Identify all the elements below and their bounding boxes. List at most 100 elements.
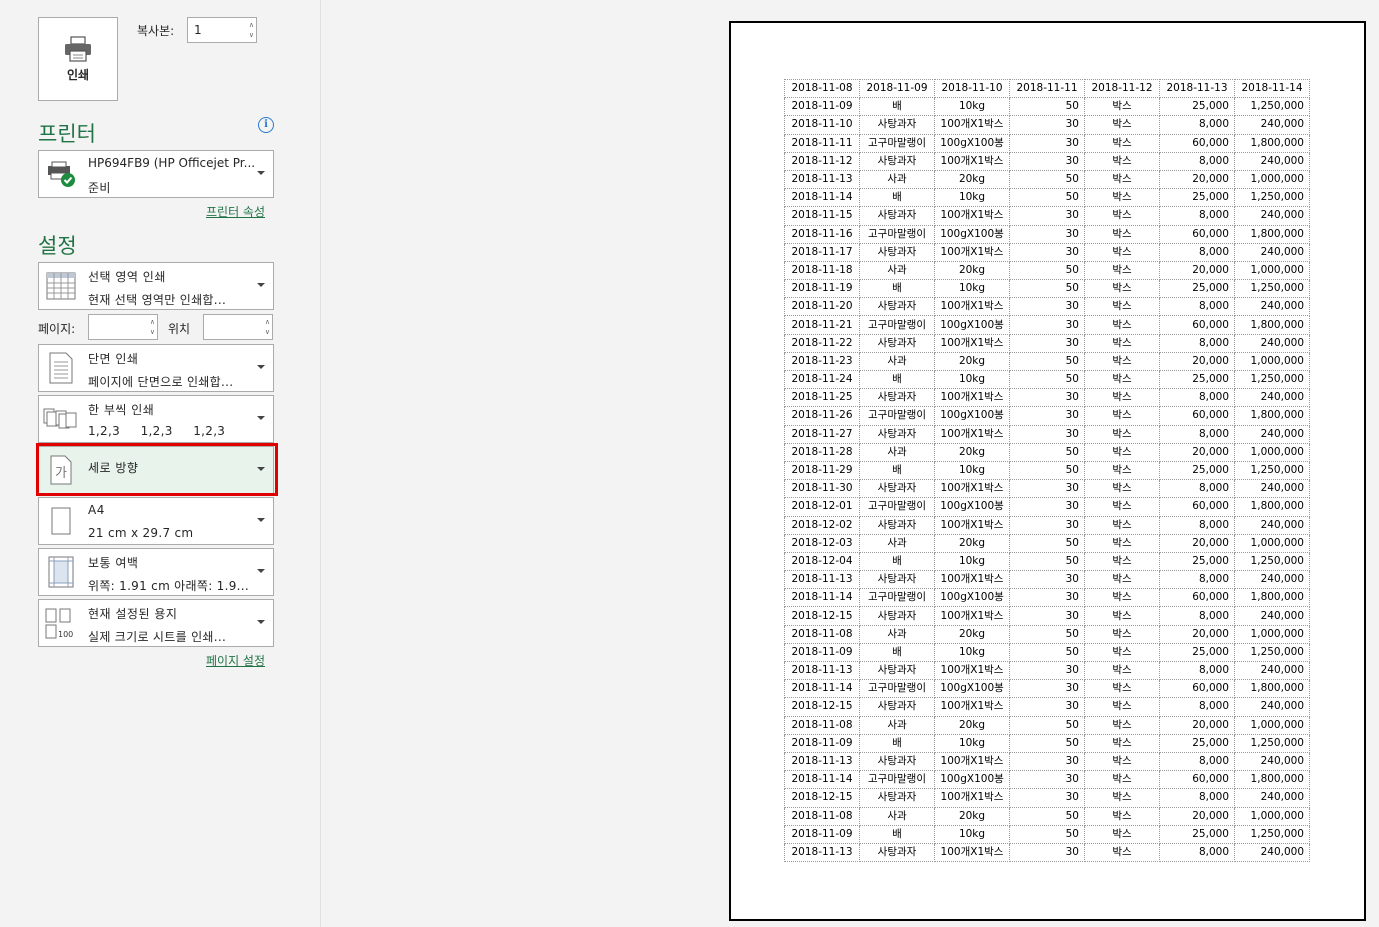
- sheet-cell: 25,000: [1159, 97, 1235, 117]
- table-row: 2018-11-11 고구마말랭이 100gX100봉 30 박스 60,000 1,800…: [784, 133, 1310, 153]
- sheet-cell: 2018-12-03: [784, 533, 860, 553]
- table-row: 2018-11-09 배 10kg 50 박스 25,000 1,250,000: [784, 733, 1310, 753]
- sheet-cell: 박스: [1084, 188, 1160, 208]
- sheet-cell: 1,250,000: [1234, 97, 1310, 117]
- sheet-cell: 1,250,000: [1234, 824, 1310, 844]
- orientation-title: 세로 방향: [88, 461, 139, 475]
- sheet-cell: 2018-11-13: [1159, 78, 1235, 99]
- sheet-cell: 30: [1009, 224, 1085, 244]
- sheet-cell: 30: [1009, 660, 1085, 681]
- sheet-cell: 박스: [1084, 588, 1160, 608]
- sheet-cell: 100개X1박스: [934, 570, 1010, 590]
- sheet-cell: 박스: [1084, 369, 1160, 390]
- sheet-cell: 8,000: [1159, 151, 1235, 171]
- orientation-dropdown[interactable]: 가 세로 방향: [38, 446, 274, 494]
- pages-to-spin-arrows[interactable]: ∧ ∨: [265, 317, 270, 337]
- spin-down-icon[interactable]: ∨: [265, 327, 270, 337]
- copies-spinner[interactable]: 1 ∧ ∨: [187, 17, 257, 43]
- sheet-cell: 고구마말랭이: [859, 770, 935, 790]
- sheet-cell: 2018-11-29: [784, 460, 860, 481]
- table-row: 2018-11-08 사과 20kg 50 박스 20,000 1,000,000: [784, 624, 1310, 644]
- paper-size-dropdown[interactable]: A4 21 cm x 29.7 cm: [38, 497, 274, 545]
- spin-down-icon[interactable]: ∨: [150, 327, 155, 337]
- sheet-cell: 2018-11-14: [784, 188, 860, 208]
- sheet-cell: 60,000: [1159, 588, 1235, 608]
- spin-down-icon[interactable]: ∨: [249, 30, 254, 40]
- margins-dropdown[interactable]: 보통 여백 위쪽: 1.91 cm 아래쪽: 1.9...: [38, 548, 274, 596]
- sheet-cell: 50: [1009, 369, 1085, 390]
- sheet-cell: 240,000: [1234, 570, 1310, 590]
- print-button[interactable]: 인쇄: [38, 17, 118, 101]
- spin-up-icon[interactable]: ∧: [150, 317, 155, 327]
- sheet-cell: 2018-11-09: [784, 824, 860, 844]
- portrait-icon-glyph: 가: [55, 466, 67, 481]
- sheet-cell: 2018-11-18: [784, 260, 860, 281]
- one-sided-page-icon: [41, 351, 81, 385]
- spin-up-icon[interactable]: ∧: [265, 317, 270, 327]
- sheet-cell: 박스: [1084, 533, 1160, 553]
- sheet-cell: 배: [859, 733, 935, 753]
- info-icon[interactable]: i: [258, 117, 274, 133]
- sheet-cell: 50: [1009, 279, 1085, 299]
- print-what-dropdown[interactable]: 선택 영역 인쇄 현재 선택 영역만 인쇄합...: [38, 262, 274, 310]
- scaling-icon-text: 100: [58, 630, 73, 639]
- sheet-cell: 240,000: [1234, 788, 1310, 808]
- sheet-cell: 2018-11-09: [859, 78, 935, 99]
- printer-dropdown[interactable]: HP694FB9 (HP Officejet Pr... 준비: [38, 150, 274, 198]
- sheet-cell: 20,000: [1159, 260, 1235, 281]
- sheet-cell: 8,000: [1159, 570, 1235, 590]
- sheet-cell: 1,800,000: [1234, 133, 1310, 153]
- sheet-header-row: 2018-11-08 2018-11-09 2018-11-10 2018-11-11…: [784, 78, 1310, 99]
- sheet-cell: 박스: [1084, 606, 1160, 626]
- portrait-orientation-icon: 가: [41, 453, 81, 487]
- sheet-cell: 100gX100봉: [934, 588, 1010, 608]
- sheet-cell: 2018-11-09: [784, 733, 860, 753]
- pages-from-spin-arrows[interactable]: ∧ ∨: [150, 317, 155, 337]
- sheet-cell: 1,000,000: [1234, 442, 1310, 462]
- preview-sheet-table: 2018-11-08 2018-11-09 2018-11-10 2018-11-11…: [784, 78, 1310, 863]
- sheet-cell: 8,000: [1159, 479, 1235, 499]
- sheet-cell: 8,000: [1159, 660, 1235, 681]
- sheet-cell: 240,000: [1234, 606, 1310, 626]
- sheet-cell: 2018-11-19: [784, 279, 860, 299]
- sheet-cell: 사과: [859, 260, 935, 281]
- sheet-cell: 100개X1박스: [934, 751, 1010, 772]
- sheet-cell: 1,250,000: [1234, 460, 1310, 481]
- sheet-cell: 1,250,000: [1234, 733, 1310, 753]
- sheet-cell: 60,000: [1159, 679, 1235, 699]
- table-row: 2018-11-23 사과 20kg 50 박스 20,000 1,000,000: [784, 351, 1310, 372]
- copies-value[interactable]: 1: [194, 23, 202, 37]
- sheet-cell: 고구마말랭이: [859, 679, 935, 699]
- sheet-cell: 20,000: [1159, 533, 1235, 553]
- pages-to-input[interactable]: ∧ ∨: [203, 314, 273, 340]
- sheet-cell: 100gX100봉: [934, 679, 1010, 699]
- scaling-dropdown[interactable]: 100 현재 설정된 용지 실제 크기로 시트를 인쇄...: [38, 599, 274, 647]
- table-row: 2018-11-28 사과 20kg 50 박스 20,000 1,000,000: [784, 442, 1310, 462]
- sides-dropdown[interactable]: 단면 인쇄 페이지에 단면으로 인쇄합...: [38, 344, 274, 392]
- sheet-cell: 30: [1009, 333, 1085, 353]
- sheet-cell: 20kg: [934, 260, 1010, 281]
- sheet-cell: 고구마말랭이: [859, 497, 935, 517]
- sheet-cell: 100개X1박스: [934, 479, 1010, 499]
- copies-spin-arrows[interactable]: ∧ ∨: [249, 20, 254, 40]
- pages-from-input[interactable]: ∧ ∨: [88, 314, 158, 340]
- sheet-cell: 50: [1009, 551, 1085, 572]
- sheet-cell: 박스: [1084, 169, 1160, 190]
- sheet-cell: 20,000: [1159, 351, 1235, 372]
- page-setup-link[interactable]: 페이지 설정: [206, 652, 265, 669]
- sheet-cell: 240,000: [1234, 151, 1310, 171]
- sheet-cell: 240,000: [1234, 115, 1310, 135]
- spin-up-icon[interactable]: ∧: [249, 20, 254, 30]
- table-row: 2018-11-14 고구마말랭이 100gX100봉 30 박스 60,000 1,800…: [784, 770, 1310, 790]
- sheet-cell: 2018-11-11: [1009, 78, 1085, 99]
- sheet-cell: 60,000: [1159, 224, 1235, 244]
- sheet-cell: 30: [1009, 697, 1085, 717]
- sheet-cell: 박스: [1084, 697, 1160, 717]
- collate-dropdown[interactable]: 한 부씩 인쇄 1,2,3 1,2,3 1,2,3: [38, 395, 274, 443]
- sheet-cell: 20,000: [1159, 442, 1235, 462]
- sheet-cell: 배: [859, 824, 935, 844]
- paper-size-desc: 21 cm x 29.7 cm: [88, 526, 194, 540]
- sheet-cell: 50: [1009, 460, 1085, 481]
- sheet-cell: 2018-11-14: [784, 588, 860, 608]
- printer-properties-link[interactable]: 프린터 속성: [206, 203, 265, 220]
